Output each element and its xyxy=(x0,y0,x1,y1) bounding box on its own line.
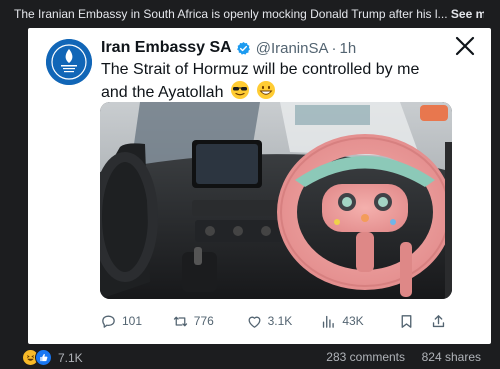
reactions-summary[interactable]: 7.1K xyxy=(22,349,83,366)
bookmark-button[interactable] xyxy=(398,313,430,330)
retweet-count: 776 xyxy=(193,314,214,328)
post-caption-text: The Iranian Embassy in South Africa is o… xyxy=(14,7,448,21)
tweet-actions: 101 776 3.1K 43K xyxy=(100,310,452,332)
author-name[interactable]: Iran Embassy SA xyxy=(101,39,232,57)
tweet-text: The Strait of Hormuz will be controlled … xyxy=(101,59,446,103)
post-header: The Iranian Embassy in South Africa is o… xyxy=(0,0,500,30)
tweet-card: Iran Embassy SA @IraninSA · 1h The Strai… xyxy=(28,28,491,344)
like-reaction-icon xyxy=(35,349,52,366)
embassy-emblem-icon xyxy=(46,39,92,85)
views-count: 43K xyxy=(342,314,364,328)
retweet-button[interactable]: 776 xyxy=(172,313,246,330)
car-interior-toy-steering-wheel-image xyxy=(100,102,452,299)
heart-icon xyxy=(248,316,261,328)
shares-count[interactable]: 824 shares xyxy=(422,350,481,364)
sunglasses-emoji-icon xyxy=(230,81,249,99)
views-icon xyxy=(323,315,335,328)
bookmark-icon xyxy=(401,314,412,328)
author-handle[interactable]: @IraninSA xyxy=(256,40,329,57)
retweet-icon xyxy=(173,316,187,326)
like-count: 3.1K xyxy=(267,314,293,328)
reaction-count: 7.1K xyxy=(58,350,83,365)
post-footer: 7.1K 283 comments 824 shares xyxy=(0,344,500,369)
tweet-author-line: Iran Embassy SA @IraninSA · 1h xyxy=(101,38,356,58)
views-button[interactable]: 43K xyxy=(320,313,398,330)
tweet-photo[interactable] xyxy=(100,102,452,299)
verified-badge-icon xyxy=(236,41,250,55)
reply-button[interactable]: 101 xyxy=(100,313,172,330)
post-caption: The Iranian Embassy in South Africa is o… xyxy=(14,7,484,21)
reply-icon xyxy=(102,315,115,328)
grinning-emoji-icon xyxy=(257,81,276,99)
see-more-link[interactable]: See more xyxy=(451,7,484,21)
separator-dot: · xyxy=(331,39,337,57)
comments-count[interactable]: 283 comments xyxy=(326,350,405,364)
share-icon xyxy=(432,314,445,327)
share-button[interactable] xyxy=(430,313,452,330)
avatar[interactable] xyxy=(46,39,92,85)
like-button[interactable]: 3.1K xyxy=(246,313,321,330)
x-logo-icon[interactable] xyxy=(455,36,475,56)
reply-count: 101 xyxy=(122,314,143,328)
tweet-time[interactable]: 1h xyxy=(340,40,357,57)
